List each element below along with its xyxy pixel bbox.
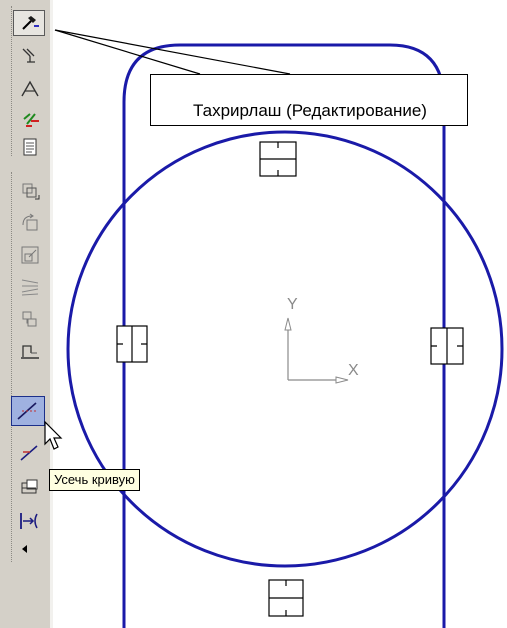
grip-point-right[interactable]	[430, 327, 464, 365]
callout-text: Тахрирлаш (Редактирование)	[193, 101, 427, 120]
grip-point-left[interactable]	[116, 325, 148, 363]
grip-point-top[interactable]	[259, 141, 297, 177]
callout-pointer	[54, 29, 291, 75]
tooltip: Усечь кривую	[49, 469, 140, 491]
x-axis-label: X	[348, 362, 359, 379]
mouse-pointer-icon	[44, 420, 63, 450]
callout-label: Тахрирлаш (Редактирование)	[150, 74, 468, 126]
coordinate-axes: Y X	[284, 296, 359, 384]
y-axis-label: Y	[287, 296, 298, 313]
grip-point-bottom[interactable]	[268, 579, 304, 617]
